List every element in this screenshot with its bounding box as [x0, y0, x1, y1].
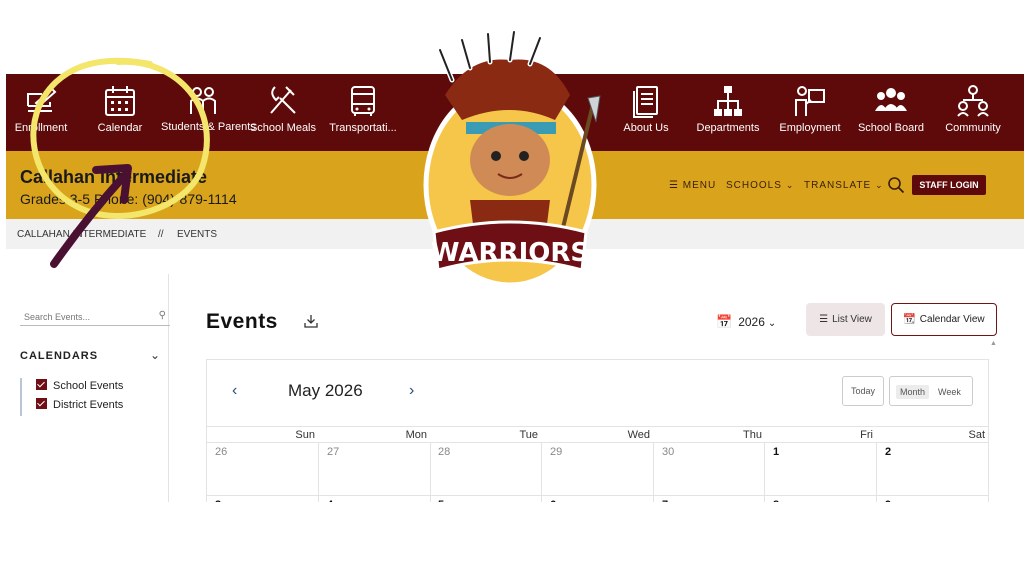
nav-enrollment[interactable]: Enrollment: [6, 82, 83, 134]
calendar-day[interactable]: 8: [773, 499, 779, 502]
year-select[interactable]: 📅 2026 ⌄: [716, 314, 776, 330]
calendar-filter-school-events[interactable]: School Events: [36, 379, 123, 392]
menu-icon: ☰: [669, 180, 679, 191]
list-icon: ☰: [819, 314, 829, 325]
school-header-band: Callahan Intermediate Grades 3-5 Phone: …: [6, 151, 1024, 219]
nav-transportation[interactable]: Transportati...: [321, 82, 405, 134]
enrollment-icon: [24, 84, 58, 118]
grid-line: [207, 495, 988, 496]
weekday-label: Wed: [627, 429, 650, 441]
grid-line: [653, 442, 654, 502]
chevron-down-icon[interactable]: ⌄: [150, 348, 160, 362]
breadcrumb-home[interactable]: CALLAHAN INTERMEDIATE: [17, 229, 146, 240]
network-icon: [956, 84, 990, 118]
nav-school-board[interactable]: School Board: [849, 82, 933, 134]
top-navigation: Enrollment Calendar Students & Parents S…: [6, 74, 1024, 151]
calendar-day[interactable]: 26: [215, 446, 227, 458]
menu-button[interactable]: ☰ MENU: [669, 180, 716, 191]
calendar-day[interactable]: 29: [550, 446, 562, 458]
breadcrumb-separator: //: [158, 229, 164, 240]
calendar-day[interactable]: 3: [215, 499, 221, 502]
calendar-icon: [103, 84, 137, 118]
weekday-label: Sat: [968, 429, 985, 441]
website-screenshot: Enrollment Calendar Students & Parents S…: [6, 74, 1024, 502]
bus-icon: [346, 84, 380, 118]
calendar-filter-district-events[interactable]: District Events: [36, 398, 123, 411]
calendars-heading: CALENDARS: [20, 350, 99, 362]
month-view-button[interactable]: Month: [896, 385, 930, 399]
calendar-day[interactable]: 5: [438, 499, 444, 502]
calendar-day[interactable]: 28: [438, 446, 450, 458]
weekday-label: Sun: [295, 429, 315, 441]
calendar-day[interactable]: 30: [662, 446, 674, 458]
schools-dropdown[interactable]: SCHOOLS ⌄: [726, 180, 794, 191]
grid-line: [318, 442, 319, 502]
grid-line: [207, 442, 988, 443]
search-icon[interactable]: [887, 176, 905, 194]
calendar-day[interactable]: 7: [662, 499, 668, 502]
week-view-button[interactable]: Week: [938, 387, 961, 397]
nav-departments[interactable]: Departments: [686, 82, 770, 134]
school-contact: Grades 3-5 Phone: (904)-879-1114: [20, 191, 237, 207]
org-chart-icon: [711, 84, 745, 118]
nav-about-us[interactable]: About Us: [604, 82, 688, 134]
grid-line: [876, 442, 877, 502]
calendar-day[interactable]: 9: [885, 499, 891, 502]
nav-community[interactable]: Community: [931, 82, 1015, 134]
nav-calendar[interactable]: Calendar: [78, 82, 162, 134]
calendar-view-button[interactable]: 📆 Calendar View: [891, 303, 997, 336]
calendar-day[interactable]: 6: [550, 499, 556, 502]
weekday-label: Thu: [743, 429, 762, 441]
calendars-divider: [20, 378, 22, 416]
checkbox[interactable]: [36, 379, 47, 390]
nav-employment[interactable]: Employment: [768, 82, 852, 134]
weekday-header: Sun Mon Tue Wed Thu Fri Sat: [207, 426, 988, 442]
list-view-button[interactable]: ☰ List View: [806, 303, 885, 336]
fork-knife-icon: [266, 84, 300, 118]
calendar-day[interactable]: 4: [327, 499, 333, 502]
grid-line: [764, 442, 765, 502]
view-toggle-group: Month Week: [889, 376, 973, 406]
school-name: Callahan Intermediate: [20, 167, 208, 187]
presenter-icon: [793, 84, 827, 118]
search-icon: ⚲: [158, 310, 166, 321]
nav-students-parents[interactable]: Students & Parents: [161, 82, 256, 133]
weekday-label: Fri: [860, 429, 873, 441]
checkbox[interactable]: [36, 398, 47, 409]
staff-login-button[interactable]: STAFF LOGIN: [912, 175, 986, 195]
grid-line: [430, 442, 431, 502]
download-icon[interactable]: [304, 314, 318, 328]
calendar-check-icon: 📆: [903, 314, 916, 325]
grid-line: [541, 442, 542, 502]
nav-school-meals[interactable]: School Meals: [241, 82, 325, 134]
today-button[interactable]: Today: [842, 376, 884, 406]
breadcrumb: CALLAHAN INTERMEDIATE // EVENTS: [6, 219, 1024, 249]
events-sidebar: Search Events... ⚲ CALENDARS ⌄ School Ev…: [6, 274, 170, 502]
next-month-button[interactable]: ›: [409, 382, 414, 400]
calendar-panel: ‹ May 2026 › Today Month Week Sun Mon Tu…: [206, 359, 989, 502]
group-icon: [874, 84, 908, 118]
month-label: May 2026: [288, 381, 363, 400]
document-icon: [629, 84, 663, 118]
translate-dropdown[interactable]: TRANSLATE ⌄: [804, 180, 884, 191]
chevron-down-icon: ⌄: [785, 180, 795, 190]
weekday-label: Mon: [405, 429, 427, 441]
weekday-label: Tue: [519, 429, 538, 441]
previous-month-button[interactable]: ‹: [232, 382, 237, 400]
breadcrumb-current: EVENTS: [177, 229, 218, 240]
calendar-day[interactable]: 27: [327, 446, 339, 458]
students-parents-icon: [186, 84, 220, 118]
search-events-input[interactable]: Search Events... ⚲: [20, 308, 170, 326]
chevron-down-icon: ⌄: [767, 318, 777, 329]
chevron-down-icon: ⌄: [875, 180, 884, 190]
calendar-small-icon: 📅: [716, 314, 733, 329]
calendar-day[interactable]: 2: [885, 446, 891, 458]
calendar-day[interactable]: 1: [773, 446, 779, 458]
scroll-up-icon[interactable]: ▲: [990, 340, 997, 347]
page-title: Events: [206, 310, 278, 333]
